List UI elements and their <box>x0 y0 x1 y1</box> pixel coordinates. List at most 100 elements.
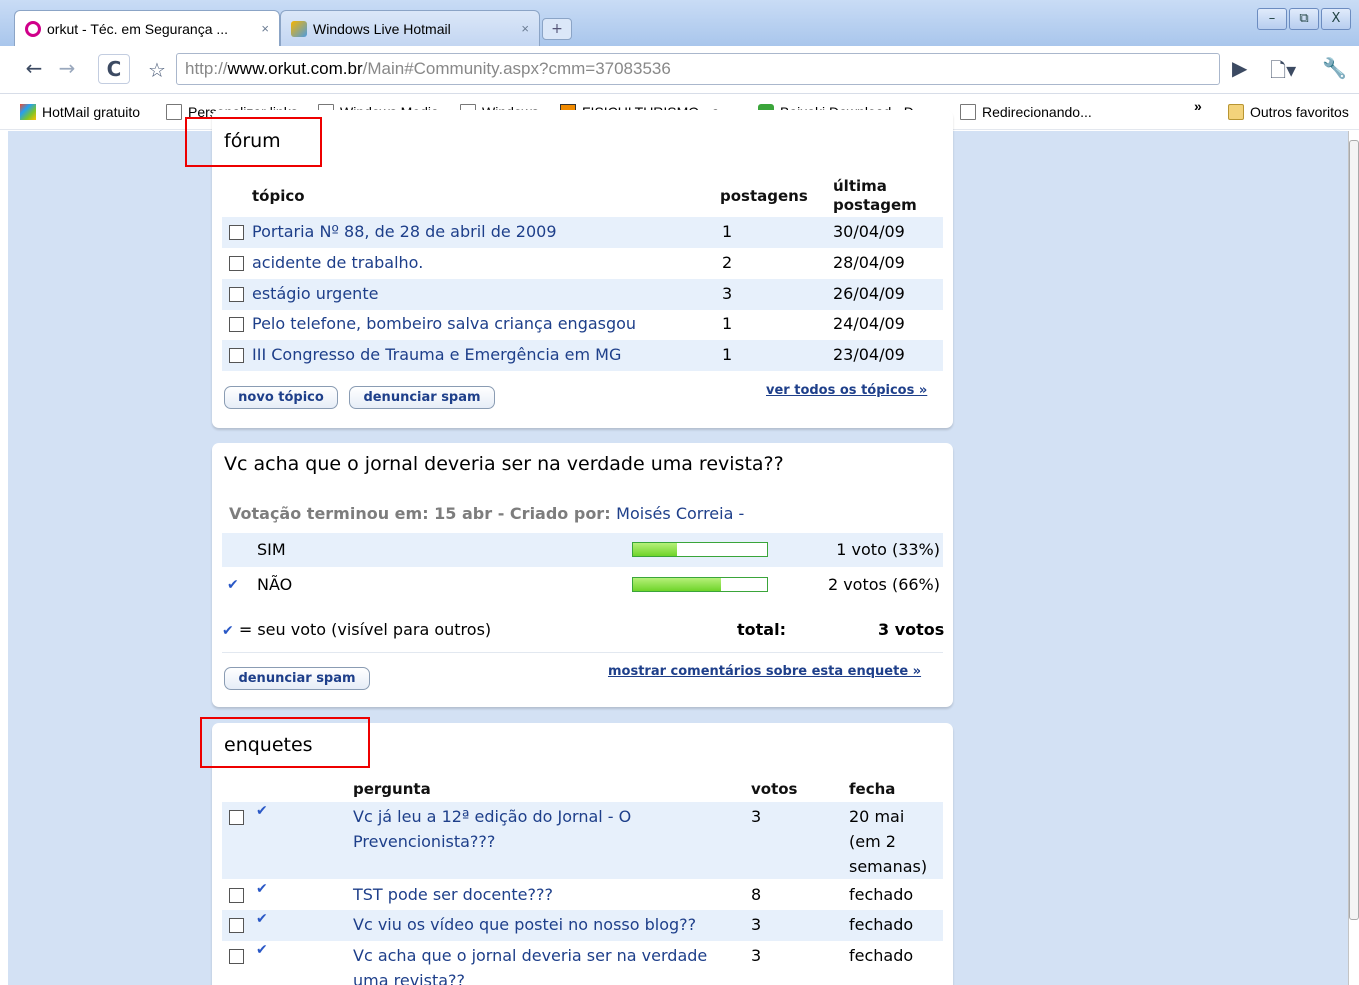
browser-toolbar: ← → C ☆ http://www.orkut.com.br/Main#Com… <box>0 46 1359 94</box>
table-row: Pelo telefone, bombeiro salva criança en… <box>222 309 943 340</box>
restore-button[interactable]: ⧉ <box>1289 8 1319 30</box>
posts-count: 1 <box>722 222 733 241</box>
poll-link[interactable]: Vc acha que o jornal deveria ser na verd… <box>353 946 707 965</box>
poll-result-bar <box>632 577 768 592</box>
bookmark-label: Outros favoritos <box>1250 104 1349 120</box>
orkut-icon <box>25 20 41 37</box>
poll-votes: 3 <box>751 915 762 934</box>
new-tab-button[interactable]: + <box>542 18 572 40</box>
closes-header: fecha <box>849 780 896 798</box>
topic-checkbox[interactable] <box>229 287 244 302</box>
highlight-box <box>200 717 370 768</box>
highlight-box <box>185 117 322 167</box>
poll-link[interactable]: Prevencionista??? <box>353 832 495 851</box>
poll-link[interactable]: TST pode ser docente??? <box>353 885 553 904</box>
poll-checkbox[interactable] <box>229 949 244 964</box>
poll-checkbox[interactable] <box>229 918 244 933</box>
poll-meta: Votação terminou em: 15 abr - Criado por… <box>229 504 744 523</box>
topic-checkbox[interactable] <box>229 317 244 332</box>
poll-votes: 3 <box>751 946 762 965</box>
topic-link[interactable]: III Congresso de Trauma e Emergência em … <box>252 345 621 364</box>
voted-check-icon: ✔ <box>256 942 268 958</box>
page-menu-icon[interactable]: 🗋▾ <box>1270 56 1296 90</box>
poll-creator-link[interactable]: Moisés Correia - <box>616 504 744 523</box>
total-votes: 3 votos <box>878 620 945 639</box>
report-spam-button[interactable]: denunciar spam <box>224 667 370 690</box>
topic-link[interactable]: estágio urgente <box>252 284 378 303</box>
posts-count: 1 <box>722 345 733 364</box>
divider <box>222 652 943 653</box>
poll-checkbox[interactable] <box>229 888 244 903</box>
tab-hotmail[interactable]: Windows Live Hotmail × <box>280 10 540 46</box>
topic-checkbox[interactable] <box>229 348 244 363</box>
posts-header: postagens <box>720 187 808 205</box>
tab-title: orkut - Téc. em Segurança ... <box>47 20 229 37</box>
table-row: III Congresso de Trauma e Emergência em … <box>222 340 943 371</box>
vote-legend-text: = seu voto (visível para outros) <box>238 620 492 639</box>
voted-check-icon: ✔ <box>256 881 268 897</box>
poll-result-fill <box>633 543 678 556</box>
wrench-icon[interactable]: 🔧 <box>1322 56 1347 80</box>
reload-button[interactable]: C <box>98 54 130 84</box>
bookmarks-overflow-button[interactable]: » <box>1194 98 1202 114</box>
bookmark-hotmail[interactable]: HotMail gratuito <box>20 104 140 120</box>
last-post-date: 30/04/09 <box>833 222 905 241</box>
window-controls: – ⧉ X <box>1257 8 1351 30</box>
bookmark-redirecionando[interactable]: Redirecionando... <box>960 104 1092 120</box>
last-post-date: 26/04/09 <box>833 284 905 303</box>
other-bookmarks[interactable]: Outros favoritos <box>1228 104 1349 120</box>
voted-check-icon: ✔ <box>256 803 268 819</box>
poll-option-label: NÃO <box>257 575 293 594</box>
folder-icon <box>1228 104 1244 120</box>
poll-link[interactable]: Vc viu os vídeo que postei no nosso blog… <box>353 915 696 934</box>
table-row: estágio urgente 3 26/04/09 <box>222 279 943 310</box>
hotmail-icon <box>20 104 36 120</box>
close-window-button[interactable]: X <box>1321 8 1351 30</box>
last-post-date: 24/04/09 <box>833 314 905 333</box>
url-path: /Main#Community.aspx?cmm=37083536 <box>362 59 671 78</box>
close-tab-icon[interactable]: × <box>261 21 269 36</box>
back-button[interactable]: ← <box>20 54 48 84</box>
poll-link[interactable]: Vc já leu a 12ª edição do Jornal - O <box>353 807 631 826</box>
topic-link[interactable]: Pelo telefone, bombeiro salva criança en… <box>252 314 636 333</box>
last-post-date: 23/04/09 <box>833 345 905 364</box>
topic-link[interactable]: Portaria Nº 88, de 28 de abril de 2009 <box>252 222 557 241</box>
poll-option-result: 2 votos (66%) <box>827 575 940 594</box>
report-spam-button[interactable]: denunciar spam <box>349 386 495 409</box>
browser-titlebar: orkut - Téc. em Segurança ... × Windows … <box>0 0 1359 46</box>
topic-checkbox[interactable] <box>229 256 244 271</box>
close-tab-icon[interactable]: × <box>521 21 529 36</box>
go-icon[interactable]: ▶ <box>1232 56 1247 80</box>
topic-checkbox[interactable] <box>229 225 244 240</box>
topic-link[interactable]: acidente de trabalho. <box>252 253 423 272</box>
posts-count: 2 <box>722 253 733 272</box>
windows-live-icon <box>291 20 307 37</box>
vote-legend: ✔ = seu voto (visível para outros) <box>222 620 491 639</box>
poll-closes: fechado <box>849 915 914 934</box>
poll-checkbox[interactable] <box>229 810 244 825</box>
minimize-button[interactable]: – <box>1257 8 1287 30</box>
new-topic-button[interactable]: novo tópico <box>224 386 338 409</box>
last-post-header: postagem <box>833 196 917 214</box>
poll-closes: semanas) <box>849 857 928 876</box>
my-vote-check-icon: ✔ <box>227 577 239 593</box>
table-row: ✔ Vc viu os vídeo que postei no nosso bl… <box>222 910 943 941</box>
show-comments-link[interactable]: mostrar comentários sobre esta enquete » <box>608 664 921 679</box>
address-bar[interactable]: http://www.orkut.com.br/Main#Community.a… <box>176 53 1220 85</box>
poll-end-label: Votação terminou em: 15 abr - Criado por… <box>229 504 611 523</box>
scrollbar-thumb[interactable] <box>1349 140 1359 920</box>
last-post-header: última <box>833 177 887 195</box>
votes-header: votos <box>751 780 798 798</box>
table-row: acidente de trabalho. 2 28/04/09 <box>222 248 943 279</box>
poll-result-fill <box>633 578 722 591</box>
tab-orkut[interactable]: orkut - Téc. em Segurança ... × <box>14 10 280 46</box>
bookmark-star-icon[interactable]: ☆ <box>148 58 166 82</box>
see-all-topics-link[interactable]: ver todos os tópicos » <box>766 383 927 398</box>
table-row: ✔ Vc já leu a 12ª edição do Jornal - O P… <box>222 802 943 879</box>
table-row: Portaria Nº 88, de 28 de abril de 2009 1… <box>222 217 943 248</box>
poll-link[interactable]: uma revista?? <box>353 971 465 985</box>
tab-title: Windows Live Hotmail <box>313 20 451 37</box>
bookmark-label: HotMail gratuito <box>42 104 141 120</box>
forward-button[interactable]: → <box>54 54 80 84</box>
poll-option-result: 1 voto (33%) <box>836 540 940 559</box>
